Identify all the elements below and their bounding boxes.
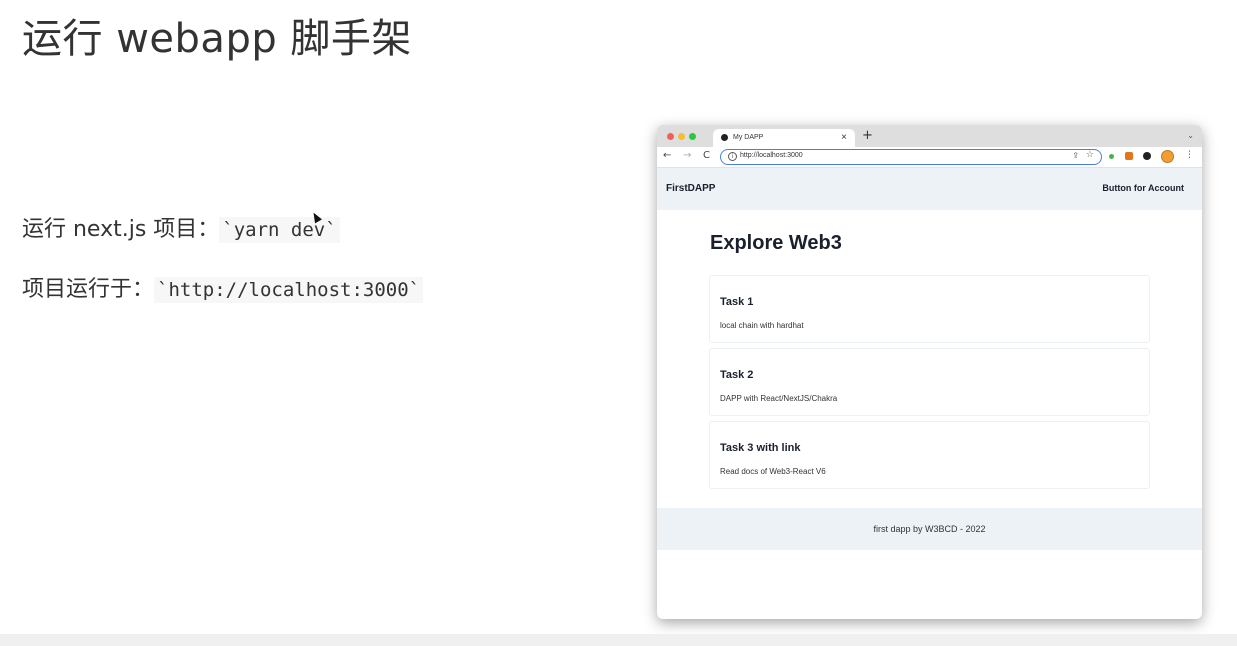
browser-window: My DAPP × + ⌄ ← → C i http://localhost:3… bbox=[657, 125, 1202, 619]
tab-favicon-icon bbox=[721, 134, 728, 141]
metamask-fox-icon[interactable] bbox=[1125, 152, 1133, 160]
browser-tab[interactable]: My DAPP × bbox=[713, 129, 855, 147]
url-instruction-label: 项目运行于： bbox=[22, 277, 155, 302]
minimize-window-button[interactable] bbox=[678, 133, 685, 140]
app-footer: first dapp by W3BCD - 2022 bbox=[657, 508, 1202, 550]
tab-close-icon[interactable]: × bbox=[841, 132, 847, 143]
close-window-button[interactable] bbox=[667, 133, 674, 140]
run-instruction-label: 运行 next.js 项目： bbox=[22, 217, 220, 242]
app-header: FirstDAPP Button for Account bbox=[657, 168, 1202, 210]
app-brand[interactable]: FirstDAPP bbox=[666, 183, 715, 194]
browser-tab-bar: My DAPP × + ⌄ bbox=[657, 125, 1202, 147]
browser-menu-icon[interactable]: ⋮ bbox=[1185, 150, 1194, 160]
task-card-title: Task 2 bbox=[720, 369, 754, 381]
task-card-title[interactable]: Task 3 with link bbox=[720, 442, 801, 454]
new-tab-button[interactable]: + bbox=[862, 128, 873, 143]
app-main: Explore Web3 Task 1 local chain with har… bbox=[657, 210, 1202, 508]
page-heading: Explore Web3 bbox=[710, 232, 842, 254]
back-button[interactable]: ← bbox=[663, 150, 671, 161]
task-card: Task 2 DAPP with React/NextJS/Chakra bbox=[709, 348, 1150, 416]
bottom-divider bbox=[0, 634, 1237, 646]
reload-button[interactable]: C bbox=[703, 150, 710, 161]
browser-toolbar: ← → C i http://localhost:3000 ⇪ ☆ ⋮ bbox=[657, 147, 1202, 168]
footer-text: first dapp by W3BCD - 2022 bbox=[873, 524, 986, 534]
tab-title: My DAPP bbox=[733, 134, 764, 141]
task-card-desc: DAPP with React/NextJS/Chakra bbox=[720, 394, 838, 403]
run-command-code: `yarn dev` bbox=[219, 217, 340, 243]
extension-status-icon[interactable] bbox=[1109, 154, 1114, 159]
address-bar[interactable]: i http://localhost:3000 ⇪ ☆ bbox=[720, 149, 1102, 165]
task-card-link[interactable]: Task 3 with link Read docs of Web3-React… bbox=[709, 421, 1150, 489]
slide-title: 运行 webapp 脚手架 bbox=[22, 16, 412, 62]
maximize-window-button[interactable] bbox=[689, 133, 696, 140]
share-icon[interactable]: ⇪ bbox=[1072, 151, 1079, 160]
url-code: `http://localhost:3000` bbox=[154, 277, 424, 303]
task-card-desc: Read docs of Web3-React V6 bbox=[720, 467, 826, 476]
url-instruction: 项目运行于： `http://localhost:3000` bbox=[22, 271, 424, 303]
task-card: Task 1 local chain with hardhat bbox=[709, 275, 1150, 343]
forward-button[interactable]: → bbox=[683, 150, 691, 161]
task-card-desc: local chain with hardhat bbox=[720, 321, 804, 330]
extensions-puzzle-icon[interactable] bbox=[1143, 152, 1151, 160]
account-button[interactable]: Button for Account bbox=[1102, 183, 1184, 193]
site-info-icon[interactable]: i bbox=[728, 152, 737, 161]
address-bar-url[interactable]: http://localhost:3000 bbox=[740, 152, 803, 159]
profile-avatar-icon[interactable] bbox=[1161, 150, 1174, 163]
run-instruction: 运行 next.js 项目： `yarn dev` bbox=[22, 211, 340, 243]
task-card-title: Task 1 bbox=[720, 296, 754, 308]
bookmark-star-icon[interactable]: ☆ bbox=[1086, 150, 1094, 160]
tab-search-chevron-icon[interactable]: ⌄ bbox=[1187, 131, 1194, 140]
